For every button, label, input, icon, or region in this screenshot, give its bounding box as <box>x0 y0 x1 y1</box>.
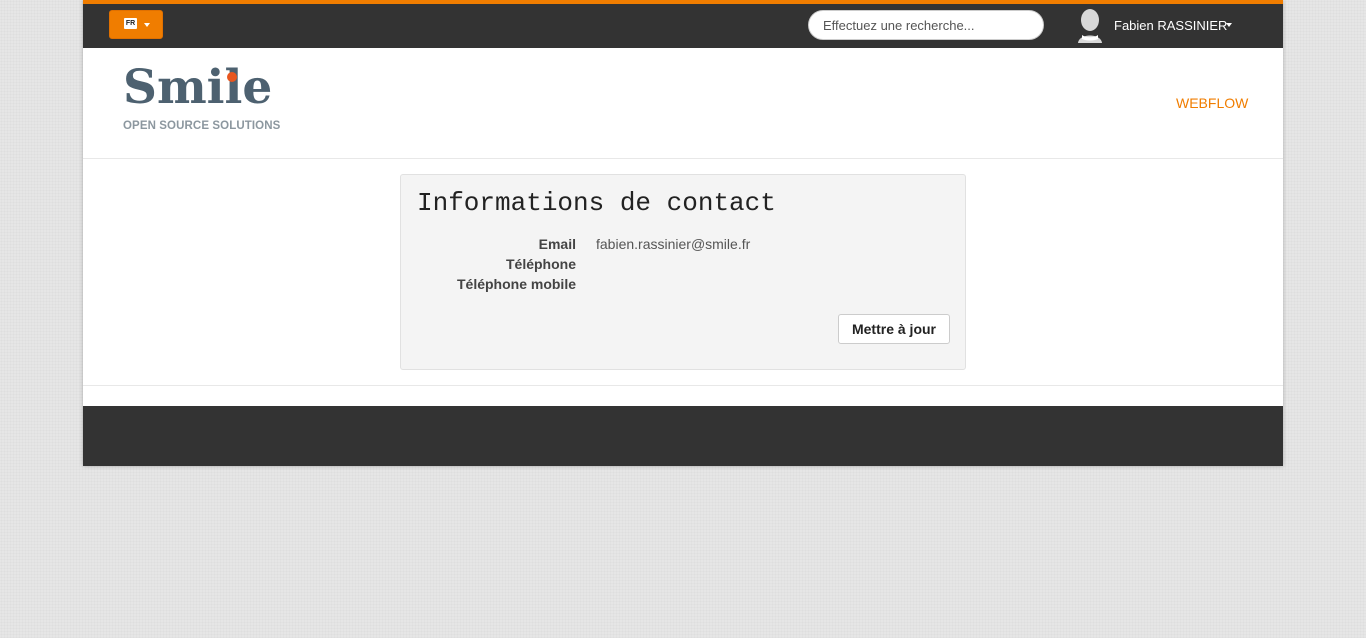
nav-link-webflow[interactable]: WEBFLOW <box>1176 95 1248 111</box>
user-avatar-icon[interactable] <box>1077 9 1103 43</box>
logo-dot <box>227 72 237 82</box>
site-header: Smile OPEN SOURCE SOLUTIONS WEBFLOW <box>83 48 1283 159</box>
user-menu-label[interactable]: Fabien RASSINIER <box>1114 18 1227 33</box>
email-value: fabien.rassinier@smile.fr <box>596 236 751 252</box>
email-label: Email <box>538 236 576 252</box>
logo-wordmark: Smile <box>123 60 273 115</box>
top-bar: FR Fabien RASSINIER <box>83 0 1283 48</box>
site-footer <box>83 406 1283 466</box>
contact-info-panel: Informations de contact Email fabien.ras… <box>400 174 966 370</box>
search-input[interactable] <box>808 10 1044 40</box>
phone-label: Téléphone <box>505 256 576 272</box>
flag-icon: FR <box>124 18 137 29</box>
logo-tagline: OPEN SOURCE SOLUTIONS <box>123 120 281 132</box>
page-frame: FR Fabien RASSINIER Smile OPEN SOURCE SO… <box>83 0 1283 466</box>
mobile-phone-label: Téléphone mobile <box>456 276 576 292</box>
smile-logo[interactable]: Smile OPEN SOURCE SOLUTIONS <box>123 64 287 132</box>
panel-title: Informations de contact <box>417 188 776 218</box>
caret-down-icon[interactable] <box>1226 23 1232 27</box>
update-button[interactable]: Mettre à jour <box>838 314 950 344</box>
content-divider <box>83 385 1283 386</box>
language-selector-button[interactable]: FR <box>109 10 163 39</box>
caret-down-icon <box>144 23 150 27</box>
